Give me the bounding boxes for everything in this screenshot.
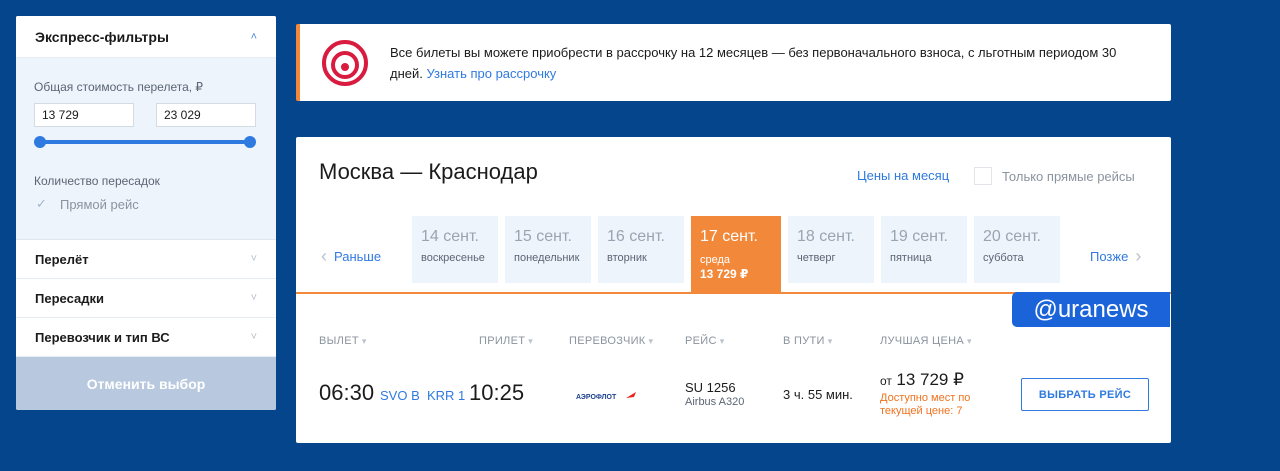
section-transfers-label: Пересадки: [35, 290, 104, 306]
date-tab-selected[interactable]: 17 сент. среда 13 729 ₽: [691, 216, 781, 294]
section-carrier-label: Перевозчик и тип ВС: [35, 329, 170, 345]
chevron-down-icon: ˅: [250, 253, 257, 265]
date-tab[interactable]: 19 сент. пятница: [881, 216, 967, 283]
date-day: 16 сент.: [607, 228, 665, 245]
date-weekday: среда: [700, 254, 731, 266]
column-best-price[interactable]: ЛУЧШАЯ ЦЕНА ▾: [880, 335, 972, 347]
installment-link[interactable]: Узнать про рассрочку: [427, 66, 557, 81]
date-tab[interactable]: 16 сент. вторник: [598, 216, 684, 283]
arrival-time: 10:25: [469, 380, 525, 405]
chevron-right-icon: ›: [1135, 246, 1142, 266]
best-price: от 13 729 ₽: [880, 370, 964, 390]
carrier-name: АЭРОФЛОТ: [576, 394, 617, 401]
column-carrier[interactable]: ПЕРЕВОЗЧИК ▾: [569, 335, 653, 347]
date-day: 20 сент.: [983, 228, 1041, 245]
price-label: Общая стоимость перелета, ₽: [34, 80, 204, 94]
section-carrier[interactable]: Перевозчик и тип ВС ˅: [16, 318, 276, 357]
sort-caret-icon: ▾: [827, 336, 833, 346]
column-arrival-label: ПРИЛЕТ: [479, 335, 526, 347]
departure-time: 06:30: [319, 380, 375, 405]
bank-logo-icon: [322, 39, 368, 86]
sort-caret-icon: ▾: [967, 336, 972, 346]
date-tab[interactable]: 14 сент. воскресенье: [412, 216, 498, 283]
price-slider-max-handle[interactable]: [244, 136, 256, 148]
route-title: Москва — Краснодар: [319, 159, 538, 184]
watermark: @uranews: [1012, 292, 1170, 327]
earlier-button[interactable]: ‹ Раньше: [321, 246, 382, 266]
column-duration-label: В ПУТИ: [783, 335, 825, 347]
direct-flight-checkbox[interactable]: ✓ Прямой рейс: [34, 196, 258, 212]
installment-banner: Все билеты вы можете приобрести в рассро…: [296, 24, 1171, 101]
later-label: Позже: [1090, 249, 1129, 264]
price-slider-min-handle[interactable]: [34, 136, 46, 148]
date-tab[interactable]: 20 сент. суббота: [974, 216, 1060, 283]
check-icon: ✓: [36, 196, 47, 211]
arrival-airport[interactable]: KRR 1: [427, 388, 465, 403]
filters-sidebar: Экспресс-фильтры ˄ Общая стоимость перел…: [16, 16, 276, 410]
chevron-down-icon: ˅: [250, 331, 257, 343]
seat-availability: Доступно мест по текущей цене: 7: [880, 392, 971, 417]
section-flight[interactable]: Перелёт ˅: [16, 240, 276, 279]
sort-caret-icon: ▾: [719, 336, 725, 346]
chevron-down-icon: ˅: [250, 292, 257, 304]
section-flight-label: Перелёт: [35, 251, 89, 267]
date-day: 19 сент.: [890, 228, 948, 245]
date-day: 14 сент.: [421, 228, 479, 245]
wing-icon: [626, 392, 636, 398]
column-flight[interactable]: РЕЙС ▾: [685, 335, 725, 347]
column-departure-label: ВЫЛЕТ: [319, 335, 359, 347]
date-weekday: суббота: [983, 252, 1024, 264]
date-weekday: четверг: [797, 252, 836, 264]
direct-only-toggle[interactable]: Только прямые рейсы: [974, 167, 1135, 185]
direct-only-checkbox[interactable]: [974, 167, 992, 185]
flight-duration: 3 ч. 55 мин.: [783, 387, 853, 402]
date-weekday: пятница: [890, 252, 932, 264]
date-tab[interactable]: 15 сент. понедельник: [505, 216, 591, 283]
price-max-input[interactable]: 23 029: [156, 103, 256, 127]
express-filters-header[interactable]: Экспресс-фильтры ˄: [16, 16, 276, 58]
sort-caret-icon: ▾: [361, 336, 367, 346]
direct-only-label: Только прямые рейсы: [1002, 168, 1135, 184]
aeroflot-logo: АЭРОФЛОТ: [576, 392, 636, 401]
column-duration[interactable]: В ПУТИ ▾: [783, 335, 833, 347]
later-button[interactable]: Позже ›: [1090, 246, 1142, 266]
date-day: 17 сент.: [700, 228, 758, 245]
price-prefix: от: [880, 374, 892, 388]
date-weekday: воскресенье: [421, 252, 485, 264]
flights-card: Москва — Краснодар Цены на месяц Только …: [296, 137, 1171, 443]
express-filters-title: Экспресс-фильтры: [35, 28, 169, 45]
earlier-label: Раньше: [334, 249, 382, 264]
price-slider[interactable]: [34, 136, 256, 148]
column-best-price-label: ЛУЧШАЯ ЦЕНА: [880, 335, 965, 347]
date-weekday: вторник: [607, 252, 647, 264]
sort-caret-icon: ▾: [528, 336, 534, 346]
direct-flight-label: Прямой рейс: [60, 196, 139, 212]
sort-caret-icon: ▾: [648, 336, 654, 346]
date-price: 13 729 ₽: [700, 267, 749, 281]
price-min-input[interactable]: 13 729: [34, 103, 134, 127]
column-departure[interactable]: ВЫЛЕТ ▾: [319, 335, 367, 347]
flight-number: SU 1256: [685, 380, 736, 395]
chevron-left-icon: ‹: [321, 246, 327, 266]
departure-airport[interactable]: SVO B: [380, 388, 420, 403]
banner-text: Все билеты вы можете приобрести в рассро…: [390, 42, 1130, 84]
choose-flight-button[interactable]: ВЫБРАТЬ РЕЙС: [1021, 378, 1149, 411]
section-transfers[interactable]: Пересадки ˅: [16, 279, 276, 318]
month-prices-link[interactable]: Цены на месяц: [857, 168, 949, 183]
price-value: 13 729 ₽: [896, 370, 964, 389]
transfers-label: Количество пересадок: [34, 174, 160, 188]
date-selector: 14 сент. воскресенье 15 сент. понедельни…: [412, 216, 1060, 294]
date-day: 18 сент.: [797, 228, 855, 245]
express-filters-body: Общая стоимость перелета, ₽ 13 729 23 02…: [16, 58, 276, 240]
aircraft-type: Airbus A320: [685, 396, 745, 408]
chevron-up-icon[interactable]: ˄: [251, 31, 257, 43]
cancel-selection-button[interactable]: Отменить выбор: [16, 357, 276, 410]
date-tab[interactable]: 18 сент. четверг: [788, 216, 874, 283]
price-slider-track: [40, 140, 250, 144]
column-flight-label: РЕЙС: [685, 335, 717, 347]
date-day: 15 сент.: [514, 228, 572, 245]
date-weekday: понедельник: [514, 252, 580, 264]
column-arrival[interactable]: ПРИЛЕТ ▾: [479, 335, 533, 347]
column-carrier-label: ПЕРЕВОЗЧИК: [569, 335, 646, 347]
